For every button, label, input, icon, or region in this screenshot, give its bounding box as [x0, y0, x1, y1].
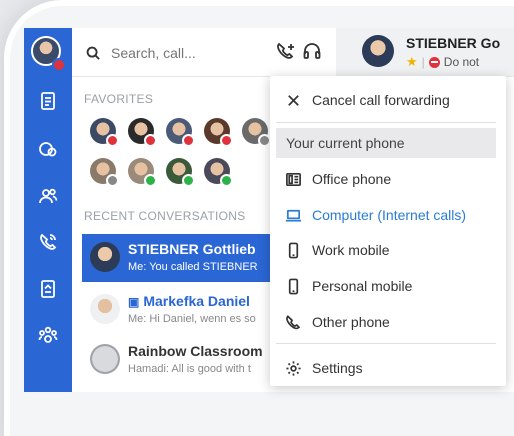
conversation-name-text: Markefka Daniel [143, 293, 250, 309]
conversation-name: Rainbow Classroom [128, 343, 263, 359]
menu-label: Work mobile [312, 242, 390, 258]
contact-status-line: ★ | Do not [406, 54, 480, 70]
gear-icon [284, 359, 302, 377]
conversation-preview: Hamadi: All is good with t [128, 363, 251, 375]
favorite-avatar[interactable] [204, 118, 233, 147]
phone-icon [284, 313, 302, 331]
conversation-name: STIEBNER Gottlieb [128, 241, 256, 257]
divider [276, 343, 496, 344]
status-badge [182, 174, 195, 187]
files-icon[interactable] [37, 278, 59, 300]
call-forward-icon[interactable] [276, 41, 298, 63]
avatar [90, 294, 120, 324]
contact-avatar [362, 35, 394, 67]
menu-item-settings[interactable]: Settings [270, 353, 506, 383]
favorite-avatar[interactable] [128, 158, 157, 187]
bubbles-icon[interactable] [37, 138, 59, 160]
laptop-icon [284, 206, 302, 224]
menu-item-current-phone: Your current phone [276, 128, 496, 158]
mobile-icon [284, 277, 302, 295]
search-box[interactable] [86, 42, 256, 64]
my-status-badge [52, 58, 66, 72]
status-badge [106, 174, 119, 187]
contact-status: Do not [443, 55, 480, 69]
do-not-disturb-icon [428, 56, 440, 68]
divider [276, 122, 496, 123]
menu-label: Personal mobile [312, 278, 413, 294]
status-badge [144, 134, 157, 147]
contact-name: STIEBNER Go [406, 35, 501, 51]
notes-icon[interactable] [37, 90, 59, 112]
favorite-avatar[interactable] [166, 118, 195, 147]
avatar [90, 344, 120, 374]
status-badge [144, 174, 157, 187]
menu-label: Your current phone [286, 135, 405, 151]
menu-item-cancel-forwarding[interactable]: Cancel call forwarding [270, 85, 506, 115]
recent-title: RECENT CONVERSATIONS [84, 209, 246, 223]
menu-label: Office phone [312, 171, 392, 187]
menu-label: Cancel call forwarding [312, 92, 450, 108]
favorite-avatar[interactable] [166, 158, 195, 187]
menu-label: Settings [312, 360, 363, 376]
network-icon[interactable] [37, 324, 59, 346]
contact-header[interactable]: STIEBNER Go ★ | Do not [336, 28, 514, 76]
contacts-icon[interactable] [37, 185, 59, 207]
search-icon [86, 46, 100, 60]
menu-label: Computer (Internet calls) [312, 207, 467, 223]
menu-item-personal-mobile[interactable]: Personal mobile [270, 271, 506, 301]
favorites-title: FAVORITES [84, 92, 154, 106]
mobile-icon [284, 241, 302, 259]
favorite-avatar[interactable] [204, 158, 233, 187]
status-badge [220, 174, 233, 187]
favorite-avatar[interactable] [242, 118, 271, 147]
menu-item-computer[interactable]: Computer (Internet calls) [270, 200, 506, 230]
calendar-icon: ▣ [128, 295, 140, 309]
left-nav [24, 28, 72, 392]
top-bar: STIEBNER Go ★ | Do not [72, 28, 514, 77]
close-icon [284, 91, 302, 109]
search-input[interactable] [109, 44, 243, 62]
conversation-preview: Me: You called STIEBNER [128, 261, 258, 273]
status-badge [220, 134, 233, 147]
avatar [90, 242, 120, 272]
favorite-avatar[interactable] [90, 158, 119, 187]
status-badge [106, 134, 119, 147]
menu-item-work-mobile[interactable]: Work mobile [270, 235, 506, 265]
favorite-avatar[interactable] [90, 118, 119, 147]
star-icon[interactable]: ★ [406, 54, 418, 70]
menu-item-other-phone[interactable]: Other phone [270, 307, 506, 337]
status-badge [182, 134, 195, 147]
conversation-name: ▣ Markefka Daniel [128, 293, 250, 309]
menu-item-office-phone[interactable]: Office phone [270, 164, 506, 194]
headset-icon[interactable] [302, 41, 324, 63]
favorite-avatar[interactable] [128, 118, 157, 147]
menu-label: Other phone [312, 314, 390, 330]
call-forwarding-menu: Cancel call forwarding Your current phon… [270, 76, 506, 386]
conversation-preview: Me: Hi Daniel, wenn es so [128, 313, 256, 325]
desk-phone-icon [284, 170, 302, 188]
phone-icon[interactable] [37, 231, 59, 253]
